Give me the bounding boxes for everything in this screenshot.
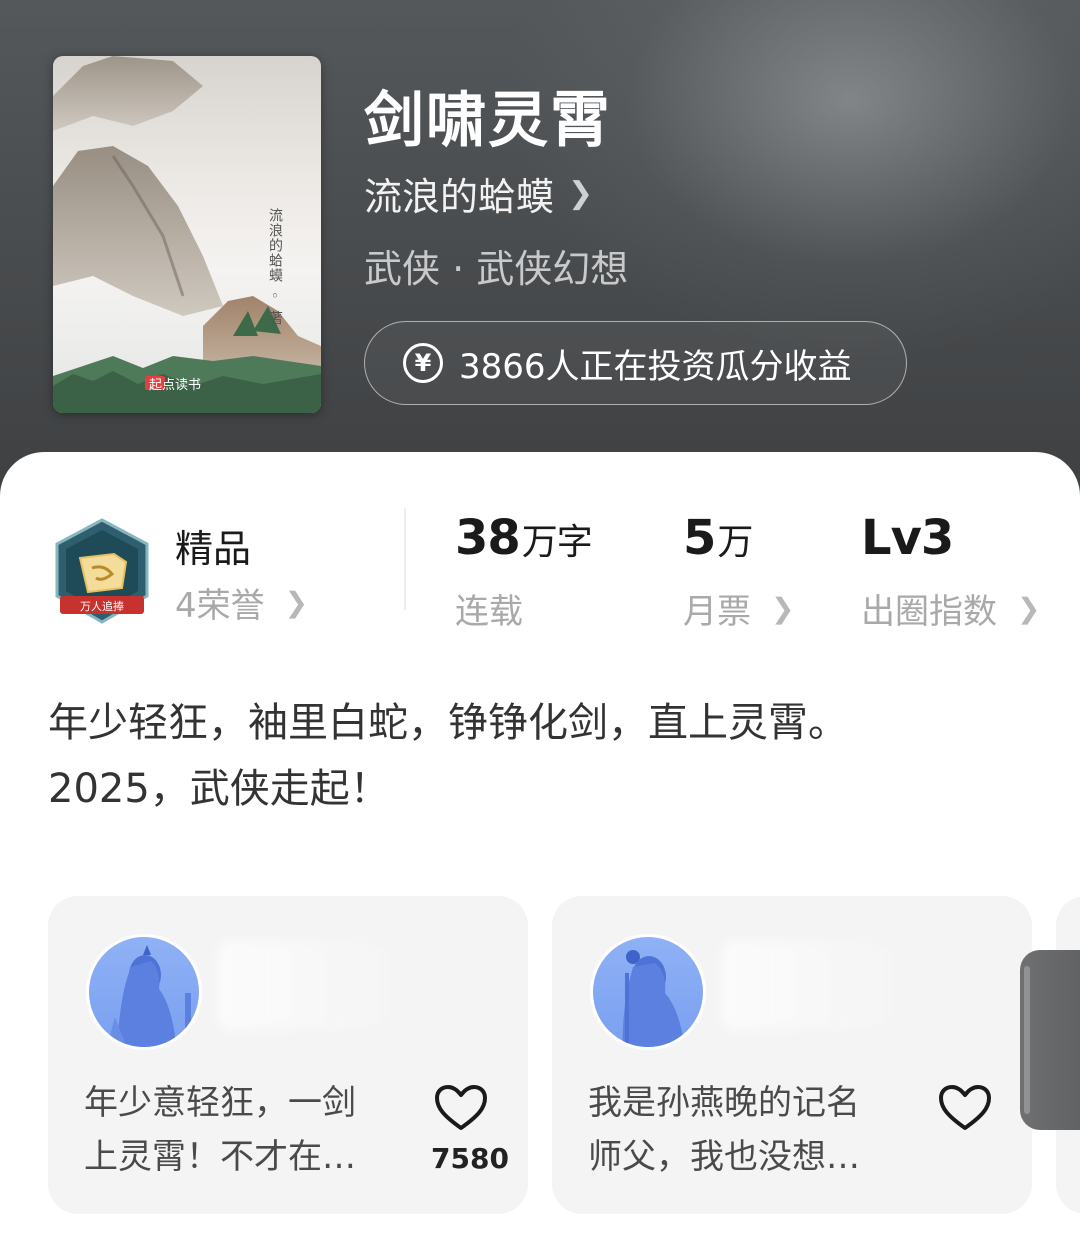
stat-label: 月票 bbox=[683, 592, 751, 632]
stat-label: 出圈指数 bbox=[861, 592, 997, 632]
badge-ribbon-text: 万人追捧 bbox=[80, 599, 124, 613]
heart-outline-icon[interactable] bbox=[938, 1084, 992, 1132]
stat-word-count: 38万字 连载 bbox=[455, 510, 593, 633]
stat-unit: 万 bbox=[717, 522, 753, 563]
book-cover[interactable]: 流浪的蛤蟆 ◦ 著 起点读书 bbox=[53, 56, 321, 413]
chevron-right-icon: ❯ bbox=[1017, 592, 1041, 625]
invest-button[interactable]: ¥ 3866人正在投资瓜分收益 bbox=[364, 321, 907, 405]
invest-text: 3866人正在投资瓜分收益 bbox=[459, 346, 852, 387]
honor-title: 精品 bbox=[175, 527, 252, 571]
book-genre[interactable]: 武侠 · 武侠幻想 bbox=[364, 238, 628, 293]
author-link[interactable]: 流浪的蛤蟆 ❯ bbox=[364, 166, 593, 221]
honor-badge-icon[interactable]: 万人追捧 bbox=[52, 518, 152, 624]
stat-value: 5 bbox=[683, 510, 716, 566]
yen-coin-icon: ¥ bbox=[403, 343, 443, 383]
comment-text: 年少意轻狂，一剑上灵霄！不才在… bbox=[84, 1083, 356, 1177]
stat-unit: 万字 bbox=[521, 522, 593, 563]
avatar[interactable] bbox=[86, 934, 202, 1050]
like-count: 7580 bbox=[431, 1142, 509, 1175]
comment-card[interactable]: 我是孙燕晚的记名师父，我也没想… bbox=[552, 896, 1032, 1214]
cover-author-text: 流浪的蛤蟆 ◦ 著 bbox=[267, 208, 283, 326]
chevron-right-icon: ❯ bbox=[568, 176, 594, 211]
stat-monthly-votes[interactable]: 5万 月票 ❯ bbox=[683, 510, 794, 633]
stat-value: 38 bbox=[455, 510, 521, 566]
comment-card[interactable]: 年少意轻狂，一剑上灵霄！不才在… 7580 bbox=[48, 896, 528, 1214]
username-blurred bbox=[722, 940, 912, 1030]
stat-label: 连载 bbox=[455, 592, 523, 632]
floating-side-handle[interactable] bbox=[1020, 950, 1080, 1130]
book-synopsis[interactable]: 年少轻狂，袖里白蛇，铮铮化剑，直上灵霄。 2025，武侠走起！ bbox=[48, 690, 1038, 822]
chevron-right-icon: ❯ bbox=[284, 586, 309, 619]
username-blurred bbox=[218, 940, 408, 1030]
heart-outline-icon[interactable] bbox=[434, 1084, 488, 1132]
honor-count: 4荣誉 bbox=[175, 586, 265, 626]
author-name: 流浪的蛤蟆 bbox=[364, 175, 555, 219]
comment-text: 我是孙燕晚的记名师父，我也没想… bbox=[588, 1083, 860, 1177]
stats-divider bbox=[404, 508, 406, 610]
chevron-right-icon: ❯ bbox=[771, 592, 795, 625]
honor-link[interactable]: 4荣誉 ❯ bbox=[175, 578, 308, 627]
stat-popularity-index[interactable]: Lv3 出圈指数 ❯ bbox=[861, 510, 1040, 633]
book-header: 流浪的蛤蟆 ◦ 著 起点读书 剑啸灵霄 流浪的蛤蟆 ❯ 武侠 · 武侠幻想 ¥ … bbox=[0, 0, 1080, 500]
cover-brand-text: 起点读书 bbox=[149, 378, 202, 393]
stat-value: Lv3 bbox=[861, 510, 954, 566]
book-title: 剑啸灵霄 bbox=[364, 86, 612, 156]
avatar[interactable] bbox=[590, 934, 706, 1050]
